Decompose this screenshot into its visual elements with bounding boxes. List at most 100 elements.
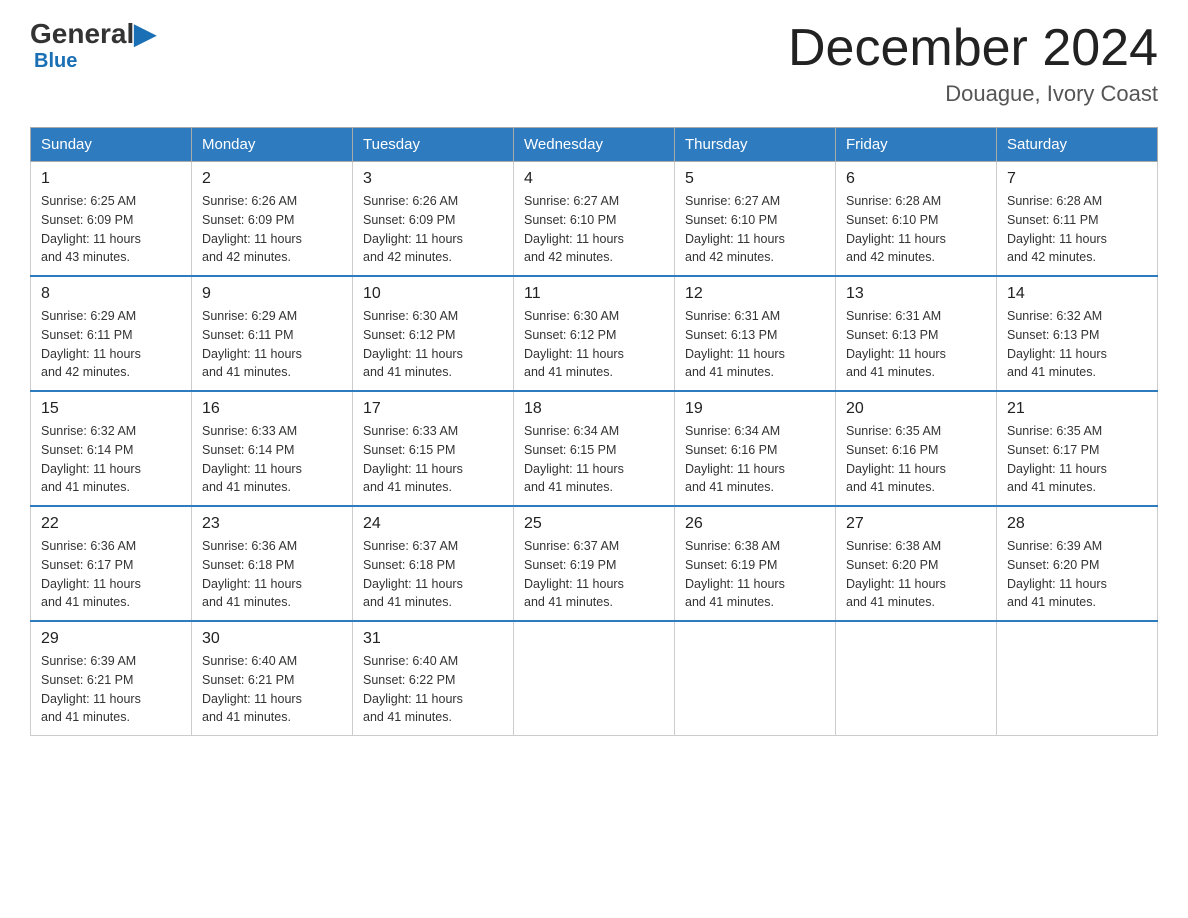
day-info: Sunrise: 6:38 AMSunset: 6:20 PMDaylight:… <box>846 537 986 612</box>
day-info: Sunrise: 6:26 AMSunset: 6:09 PMDaylight:… <box>202 192 342 267</box>
day-cell <box>997 621 1158 736</box>
day-info: Sunrise: 6:33 AMSunset: 6:15 PMDaylight:… <box>363 422 503 497</box>
day-cell: 3 Sunrise: 6:26 AMSunset: 6:09 PMDayligh… <box>353 162 514 277</box>
day-cell: 7 Sunrise: 6:28 AMSunset: 6:11 PMDayligh… <box>997 162 1158 277</box>
header-thursday: Thursday <box>675 128 836 162</box>
day-cell: 21 Sunrise: 6:35 AMSunset: 6:17 PMDaylig… <box>997 391 1158 506</box>
day-info: Sunrise: 6:39 AMSunset: 6:20 PMDaylight:… <box>1007 537 1147 612</box>
day-number: 17 <box>363 400 503 418</box>
day-cell: 29 Sunrise: 6:39 AMSunset: 6:21 PMDaylig… <box>31 621 192 736</box>
day-cell: 4 Sunrise: 6:27 AMSunset: 6:10 PMDayligh… <box>514 162 675 277</box>
day-cell: 2 Sunrise: 6:26 AMSunset: 6:09 PMDayligh… <box>192 162 353 277</box>
day-number: 19 <box>685 400 825 418</box>
day-info: Sunrise: 6:32 AMSunset: 6:14 PMDaylight:… <box>41 422 181 497</box>
day-cell <box>836 621 997 736</box>
day-info: Sunrise: 6:29 AMSunset: 6:11 PMDaylight:… <box>41 307 181 382</box>
week-row-2: 8 Sunrise: 6:29 AMSunset: 6:11 PMDayligh… <box>31 276 1158 391</box>
logo-sub: Blue <box>34 50 77 73</box>
day-info: Sunrise: 6:31 AMSunset: 6:13 PMDaylight:… <box>685 307 825 382</box>
day-number: 10 <box>363 285 503 303</box>
day-info: Sunrise: 6:40 AMSunset: 6:22 PMDaylight:… <box>363 652 503 727</box>
day-cell: 25 Sunrise: 6:37 AMSunset: 6:19 PMDaylig… <box>514 506 675 621</box>
day-cell: 28 Sunrise: 6:39 AMSunset: 6:20 PMDaylig… <box>997 506 1158 621</box>
day-number: 9 <box>202 285 342 303</box>
day-number: 31 <box>363 630 503 648</box>
day-cell: 30 Sunrise: 6:40 AMSunset: 6:21 PMDaylig… <box>192 621 353 736</box>
day-number: 15 <box>41 400 181 418</box>
title-block: December 2024 Douague, Ivory Coast <box>788 20 1158 107</box>
day-number: 20 <box>846 400 986 418</box>
logo: General▶ Blue <box>30 20 156 73</box>
day-cell: 18 Sunrise: 6:34 AMSunset: 6:15 PMDaylig… <box>514 391 675 506</box>
day-number: 4 <box>524 170 664 188</box>
day-number: 7 <box>1007 170 1147 188</box>
day-number: 5 <box>685 170 825 188</box>
day-cell: 15 Sunrise: 6:32 AMSunset: 6:14 PMDaylig… <box>31 391 192 506</box>
day-info: Sunrise: 6:25 AMSunset: 6:09 PMDaylight:… <box>41 192 181 267</box>
day-cell: 19 Sunrise: 6:34 AMSunset: 6:16 PMDaylig… <box>675 391 836 506</box>
week-row-3: 15 Sunrise: 6:32 AMSunset: 6:14 PMDaylig… <box>31 391 1158 506</box>
day-info: Sunrise: 6:28 AMSunset: 6:11 PMDaylight:… <box>1007 192 1147 267</box>
day-number: 29 <box>41 630 181 648</box>
day-number: 22 <box>41 515 181 533</box>
day-info: Sunrise: 6:35 AMSunset: 6:16 PMDaylight:… <box>846 422 986 497</box>
header-wednesday: Wednesday <box>514 128 675 162</box>
day-cell: 8 Sunrise: 6:29 AMSunset: 6:11 PMDayligh… <box>31 276 192 391</box>
day-info: Sunrise: 6:33 AMSunset: 6:14 PMDaylight:… <box>202 422 342 497</box>
day-cell: 13 Sunrise: 6:31 AMSunset: 6:13 PMDaylig… <box>836 276 997 391</box>
day-cell: 1 Sunrise: 6:25 AMSunset: 6:09 PMDayligh… <box>31 162 192 277</box>
day-number: 6 <box>846 170 986 188</box>
week-row-4: 22 Sunrise: 6:36 AMSunset: 6:17 PMDaylig… <box>31 506 1158 621</box>
day-info: Sunrise: 6:36 AMSunset: 6:17 PMDaylight:… <box>41 537 181 612</box>
day-cell: 20 Sunrise: 6:35 AMSunset: 6:16 PMDaylig… <box>836 391 997 506</box>
day-info: Sunrise: 6:35 AMSunset: 6:17 PMDaylight:… <box>1007 422 1147 497</box>
day-number: 11 <box>524 285 664 303</box>
day-info: Sunrise: 6:34 AMSunset: 6:16 PMDaylight:… <box>685 422 825 497</box>
day-number: 14 <box>1007 285 1147 303</box>
day-info: Sunrise: 6:26 AMSunset: 6:09 PMDaylight:… <box>363 192 503 267</box>
day-info: Sunrise: 6:34 AMSunset: 6:15 PMDaylight:… <box>524 422 664 497</box>
day-info: Sunrise: 6:30 AMSunset: 6:12 PMDaylight:… <box>363 307 503 382</box>
logo-name: General▶ <box>30 20 156 48</box>
day-info: Sunrise: 6:31 AMSunset: 6:13 PMDaylight:… <box>846 307 986 382</box>
page-header: General▶ Blue December 2024 Douague, Ivo… <box>30 20 1158 107</box>
day-info: Sunrise: 6:32 AMSunset: 6:13 PMDaylight:… <box>1007 307 1147 382</box>
week-row-5: 29 Sunrise: 6:39 AMSunset: 6:21 PMDaylig… <box>31 621 1158 736</box>
calendar-table: SundayMondayTuesdayWednesdayThursdayFrid… <box>30 127 1158 736</box>
day-info: Sunrise: 6:27 AMSunset: 6:10 PMDaylight:… <box>524 192 664 267</box>
day-number: 26 <box>685 515 825 533</box>
day-number: 16 <box>202 400 342 418</box>
day-cell: 31 Sunrise: 6:40 AMSunset: 6:22 PMDaylig… <box>353 621 514 736</box>
day-cell: 26 Sunrise: 6:38 AMSunset: 6:19 PMDaylig… <box>675 506 836 621</box>
calendar-title: December 2024 <box>788 20 1158 77</box>
day-number: 8 <box>41 285 181 303</box>
day-cell <box>514 621 675 736</box>
header-monday: Monday <box>192 128 353 162</box>
header-saturday: Saturday <box>997 128 1158 162</box>
day-info: Sunrise: 6:40 AMSunset: 6:21 PMDaylight:… <box>202 652 342 727</box>
day-cell: 16 Sunrise: 6:33 AMSunset: 6:14 PMDaylig… <box>192 391 353 506</box>
day-number: 1 <box>41 170 181 188</box>
day-cell: 12 Sunrise: 6:31 AMSunset: 6:13 PMDaylig… <box>675 276 836 391</box>
day-info: Sunrise: 6:37 AMSunset: 6:19 PMDaylight:… <box>524 537 664 612</box>
day-info: Sunrise: 6:38 AMSunset: 6:19 PMDaylight:… <box>685 537 825 612</box>
day-cell: 24 Sunrise: 6:37 AMSunset: 6:18 PMDaylig… <box>353 506 514 621</box>
day-number: 25 <box>524 515 664 533</box>
day-info: Sunrise: 6:39 AMSunset: 6:21 PMDaylight:… <box>41 652 181 727</box>
day-cell: 27 Sunrise: 6:38 AMSunset: 6:20 PMDaylig… <box>836 506 997 621</box>
day-cell <box>675 621 836 736</box>
day-cell: 17 Sunrise: 6:33 AMSunset: 6:15 PMDaylig… <box>353 391 514 506</box>
header-sunday: Sunday <box>31 128 192 162</box>
day-number: 28 <box>1007 515 1147 533</box>
day-info: Sunrise: 6:37 AMSunset: 6:18 PMDaylight:… <box>363 537 503 612</box>
day-info: Sunrise: 6:36 AMSunset: 6:18 PMDaylight:… <box>202 537 342 612</box>
day-number: 12 <box>685 285 825 303</box>
day-number: 3 <box>363 170 503 188</box>
day-cell: 6 Sunrise: 6:28 AMSunset: 6:10 PMDayligh… <box>836 162 997 277</box>
day-cell: 10 Sunrise: 6:30 AMSunset: 6:12 PMDaylig… <box>353 276 514 391</box>
calendar-subtitle: Douague, Ivory Coast <box>788 81 1158 107</box>
day-cell: 22 Sunrise: 6:36 AMSunset: 6:17 PMDaylig… <box>31 506 192 621</box>
header-row: SundayMondayTuesdayWednesdayThursdayFrid… <box>31 128 1158 162</box>
day-number: 18 <box>524 400 664 418</box>
day-number: 24 <box>363 515 503 533</box>
